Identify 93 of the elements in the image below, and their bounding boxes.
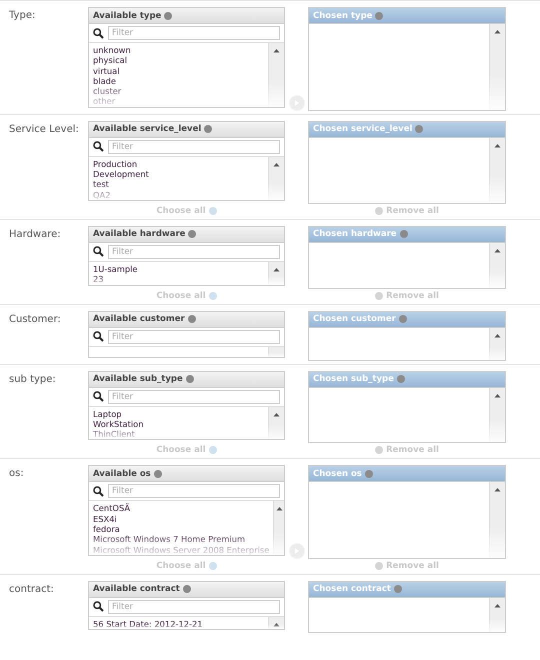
- scroll-up-icon[interactable]: [273, 162, 280, 167]
- panel-title: Chosen contract: [313, 584, 391, 594]
- list-option[interactable]: Laptop: [93, 408, 264, 419]
- panel-title: Available customer: [93, 314, 185, 324]
- panel-title: Available hardware: [93, 229, 186, 240]
- filter-field[interactable]: Filter: [108, 390, 280, 404]
- scroll-up-icon[interactable]: [494, 602, 501, 608]
- scrollbar[interactable]: [273, 501, 284, 555]
- list-option[interactable]: unknown: [93, 45, 264, 56]
- list-option[interactable]: test: [93, 179, 264, 190]
- help-icon[interactable]: [188, 230, 196, 238]
- scrollbar[interactable]: [489, 328, 505, 360]
- scroll-up-icon[interactable]: [494, 248, 501, 253]
- search-icon: [93, 601, 104, 612]
- panel-title: Available type: [93, 10, 162, 20]
- panel-title: Chosen sub_type: [313, 374, 394, 384]
- scroll-up-icon[interactable]: [276, 506, 283, 512]
- help-icon[interactable]: [396, 375, 405, 384]
- help-icon[interactable]: [364, 470, 373, 478]
- panel-title: Chosen os: [313, 468, 362, 479]
- scroll-up-icon[interactable]: [494, 142, 501, 148]
- help-icon[interactable]: [398, 315, 407, 324]
- scrollbar[interactable]: [489, 24, 505, 110]
- scrollbar[interactable]: [489, 598, 505, 632]
- search-icon: [93, 391, 104, 402]
- panel-title: Available os: [93, 468, 151, 479]
- list-option[interactable]: blade: [93, 76, 264, 86]
- help-icon[interactable]: [186, 375, 194, 384]
- panel-title: Available service_level: [93, 124, 202, 134]
- list-option[interactable]: virtual: [93, 66, 264, 76]
- scroll-up-icon[interactable]: [494, 487, 501, 492]
- search-icon: [93, 28, 104, 38]
- panel-title: Chosen customer: [313, 314, 396, 324]
- field-label: os:: [8, 467, 25, 480]
- filter-field[interactable]: Filter: [108, 244, 280, 259]
- scrollbar[interactable]: [268, 346, 284, 357]
- scrollbar[interactable]: [268, 406, 284, 440]
- field-label: contract:: [8, 582, 55, 595]
- field-label: sub type:: [8, 372, 57, 385]
- scroll-up-icon[interactable]: [273, 266, 280, 272]
- help-icon[interactable]: [182, 585, 191, 594]
- list-option[interactable]: physical: [93, 55, 264, 66]
- list-option[interactable]: WorkStation: [93, 418, 264, 430]
- scrollbar[interactable]: [268, 43, 284, 107]
- search-icon: [93, 486, 104, 497]
- help-icon[interactable]: [375, 12, 384, 20]
- list-option[interactable]: 56 Start Date: 2012-12-21: [93, 618, 264, 630]
- scrollbar[interactable]: [268, 156, 284, 200]
- scroll-up-icon[interactable]: [273, 622, 280, 627]
- scroll-up-icon[interactable]: [494, 332, 501, 338]
- list-option[interactable]: ESX4i: [93, 514, 270, 524]
- scroll-up-icon[interactable]: [273, 48, 280, 53]
- scrollbar[interactable]: [268, 616, 284, 630]
- filter-field[interactable]: Filter: [108, 484, 280, 498]
- help-icon[interactable]: [204, 125, 212, 134]
- field-label: Hardware:: [8, 228, 62, 240]
- list-option[interactable]: Production: [93, 158, 264, 170]
- help-icon[interactable]: [164, 12, 172, 20]
- field-label: Customer:: [8, 312, 62, 325]
- help-icon[interactable]: [188, 315, 196, 324]
- help-icon[interactable]: [154, 470, 162, 478]
- filter-field[interactable]: Filter: [108, 330, 280, 344]
- list-option[interactable]: CentOSÄ: [93, 503, 270, 514]
- list-option[interactable]: fedora: [93, 524, 270, 534]
- panel-title: Chosen hardware: [313, 229, 397, 240]
- list-option[interactable]: 1U-sample: [93, 264, 264, 274]
- search-icon: [93, 141, 104, 152]
- list-option[interactable]: Development: [93, 169, 264, 180]
- scrollbar[interactable]: [489, 242, 505, 288]
- panel-title: Chosen service_level: [313, 124, 412, 134]
- field-label: Service Level:: [8, 122, 80, 135]
- search-icon: [93, 246, 104, 258]
- help-icon[interactable]: [394, 585, 402, 594]
- help-icon[interactable]: [400, 230, 408, 238]
- list-option[interactable]: Microsoft Windows 7 Home Premium: [93, 534, 270, 545]
- panel-title: Available contract: [93, 584, 180, 594]
- panel-title: Chosen type: [313, 10, 372, 20]
- search-icon: [93, 331, 104, 342]
- help-icon[interactable]: [415, 125, 424, 134]
- scrollbar[interactable]: [489, 388, 505, 442]
- scroll-up-icon[interactable]: [494, 392, 501, 398]
- filter-field[interactable]: Filter: [108, 26, 280, 40]
- scrollbar[interactable]: [489, 482, 505, 558]
- filter-field[interactable]: Filter: [108, 600, 280, 614]
- list-option[interactable]: 23: [93, 274, 264, 285]
- scroll-up-icon[interactable]: [273, 412, 280, 417]
- scroll-up-icon[interactable]: [494, 29, 501, 34]
- panel-title: Available sub_type: [93, 374, 183, 384]
- scrollbar[interactable]: [268, 262, 284, 285]
- field-label: Type:: [8, 9, 36, 21]
- scrollbar[interactable]: [489, 138, 505, 203]
- filter-field[interactable]: Filter: [108, 140, 280, 154]
- list-option[interactable]: cluster: [93, 86, 264, 96]
